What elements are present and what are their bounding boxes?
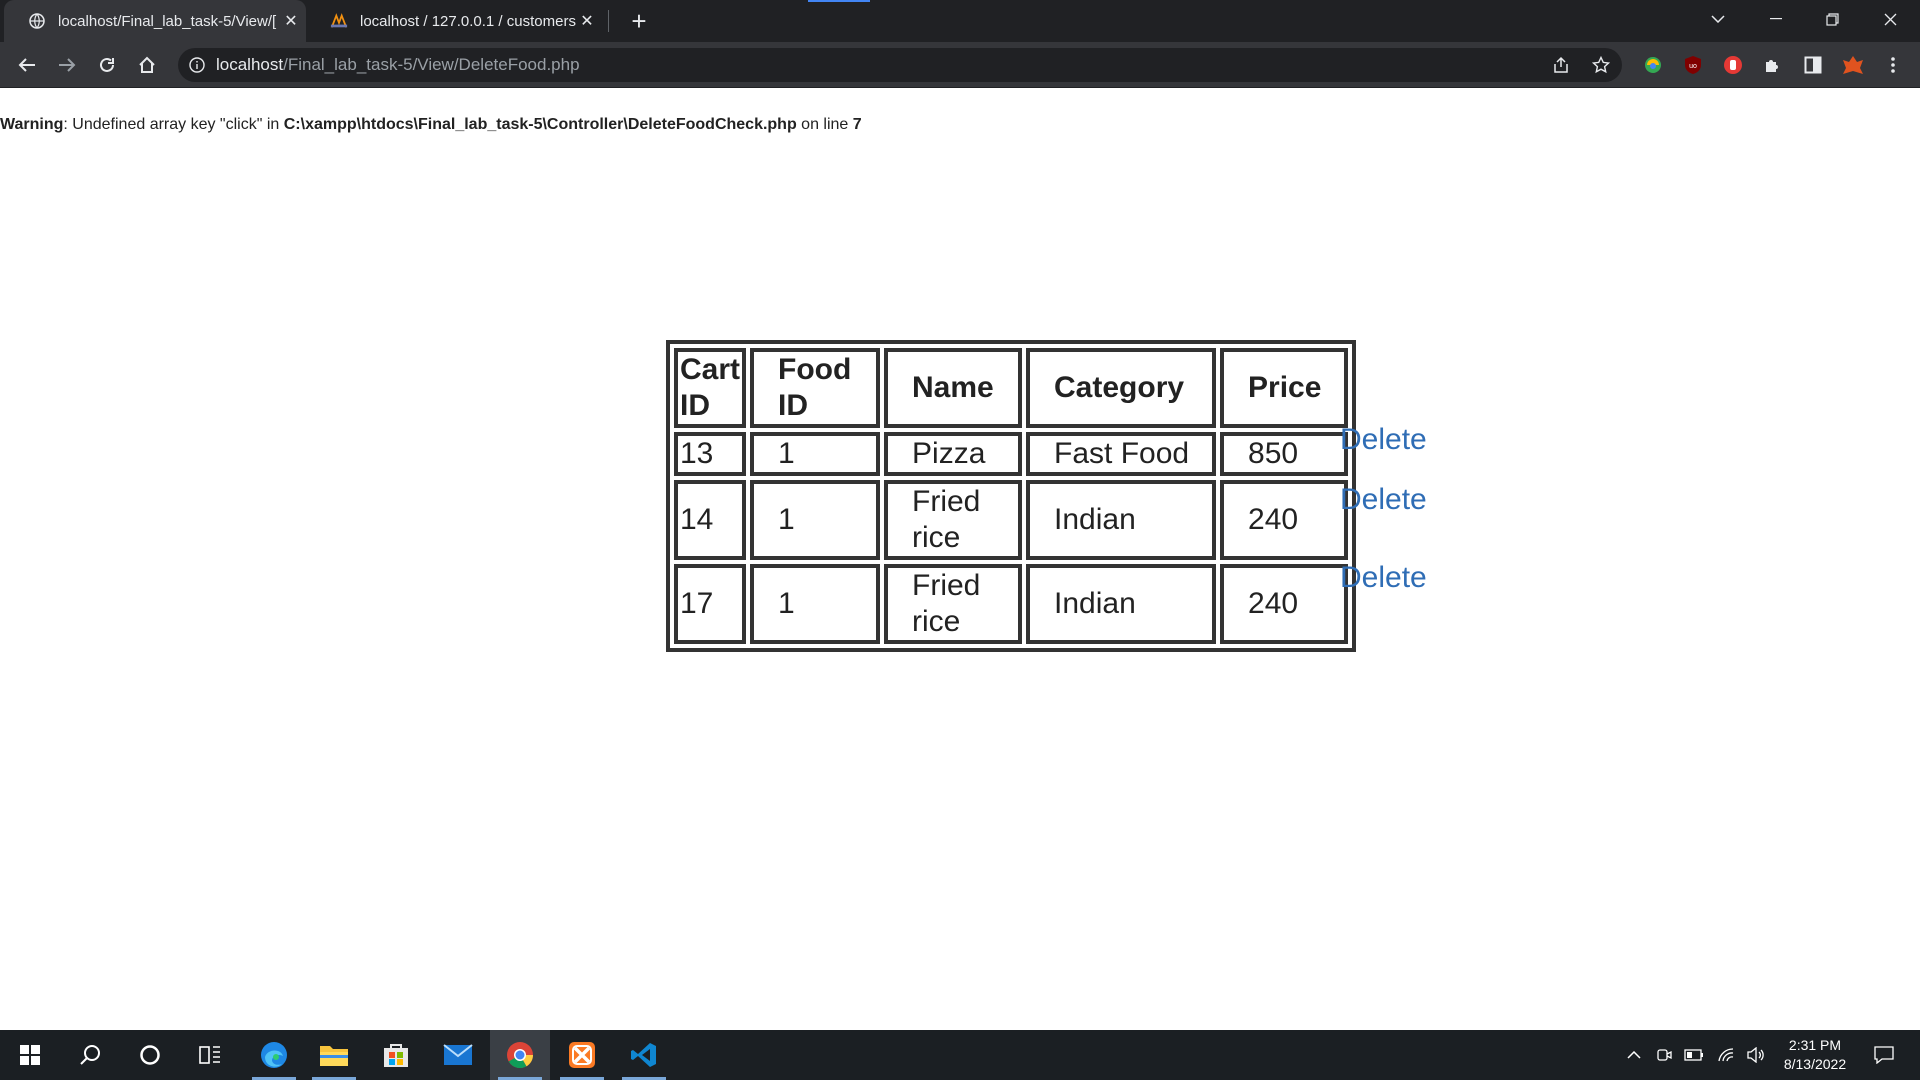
close-tab-icon[interactable]: ✕ [576, 10, 598, 32]
new-tab-button[interactable]: + [624, 6, 654, 36]
table-row: 14 1 Fried rice Indian 240 [674, 480, 1349, 560]
clock-time: 2:31 PM [1788, 1037, 1842, 1053]
cell-name: Pizza [884, 432, 1023, 476]
browser-toolbar: localhost/Final_lab_task-5/View/DeleteFo… [0, 42, 1920, 88]
table-row: 13 1 Pizza Fast Food 850 [674, 432, 1349, 476]
chevron-up-icon[interactable] [1620, 1030, 1648, 1080]
tab-title: localhost / 127.0.0.1 / customers [360, 12, 576, 30]
cell-price: 850 [1220, 432, 1349, 476]
system-clock[interactable]: 2:31 PM 8/13/2022 [1770, 1036, 1860, 1074]
close-window-button[interactable] [1862, 0, 1918, 38]
extensions-puzzle-icon[interactable] [1760, 52, 1786, 78]
side-panel-icon[interactable] [1800, 52, 1826, 78]
mail-icon[interactable] [428, 1030, 488, 1080]
phpmyadmin-icon [330, 12, 348, 30]
search-icon[interactable] [60, 1030, 120, 1080]
tab-search-icon[interactable] [1690, 0, 1746, 38]
edge-icon[interactable] [244, 1030, 304, 1080]
cell-name: Fried rice [884, 480, 1023, 560]
warning-label: Warning [0, 116, 64, 133]
forward-button[interactable] [52, 50, 82, 80]
table-header-row: Cart ID Food ID Name Category Price [674, 348, 1349, 428]
cell-cart-id: 13 [674, 432, 747, 476]
site-info-icon[interactable] [188, 56, 206, 74]
warning-message-2: on line [796, 116, 853, 133]
reload-button[interactable] [92, 50, 122, 80]
bookmark-star-icon[interactable] [1586, 50, 1616, 80]
chrome-taskbar-icon[interactable] [490, 1030, 550, 1080]
windows-taskbar: 2:31 PM 8/13/2022 [0, 1030, 1920, 1080]
php-warning: Warning: Undefined array key "click" in … [0, 116, 862, 134]
file-explorer-icon[interactable] [304, 1030, 364, 1080]
share-icon[interactable] [1546, 50, 1576, 80]
back-button[interactable] [12, 50, 42, 80]
delete-link[interactable]: Delete [1340, 561, 1427, 595]
tab-strip: localhost/Final_lab_task-5/View/[ ✕ loca… [0, 0, 1920, 42]
warning-file: C:\xampp\htdocs\Final_lab_task-5\Control… [283, 116, 797, 133]
xampp-icon[interactable] [552, 1030, 612, 1080]
header-cart-id: Cart ID [674, 348, 747, 428]
profile-avatar-icon[interactable] [1840, 52, 1866, 78]
tab-separator [608, 10, 609, 32]
restore-button[interactable] [1804, 0, 1860, 38]
cell-category: Fast Food [1026, 432, 1217, 476]
volume-icon[interactable] [1742, 1030, 1770, 1080]
cell-name: Fried rice [884, 564, 1023, 644]
cell-food-id: 1 [750, 432, 881, 476]
svg-text:uo: uo [1689, 63, 1697, 70]
warning-line: 7 [852, 116, 862, 133]
meet-now-icon[interactable] [1650, 1030, 1678, 1080]
cart-table: Cart ID Food ID Name Category Price 13 1 P… [666, 340, 1357, 652]
chrome-menu-icon[interactable] [1880, 52, 1906, 78]
close-tab-icon[interactable]: ✕ [280, 10, 302, 32]
task-view-icon[interactable] [180, 1030, 240, 1080]
url-text[interactable]: localhost/Final_lab_task-5/View/DeleteFo… [216, 55, 580, 75]
cell-price: 240 [1220, 480, 1349, 560]
ublock-origin-icon[interactable]: uo [1680, 52, 1706, 78]
address-bar[interactable]: localhost/Final_lab_task-5/View/DeleteFo… [178, 48, 1622, 82]
cell-food-id: 1 [750, 480, 881, 560]
table-row: 17 1 Fried rice Indian 240 [674, 564, 1349, 644]
colorful-extension-icon[interactable] [1640, 52, 1666, 78]
notification-center-icon[interactable] [1864, 1030, 1904, 1080]
tab-deletefood[interactable]: localhost/Final_lab_task-5/View/[ ✕ [4, 0, 306, 42]
home-button[interactable] [132, 50, 162, 80]
header-price: Price [1220, 348, 1349, 428]
vscode-icon[interactable] [614, 1030, 674, 1080]
microsoft-store-icon[interactable] [366, 1030, 426, 1080]
battery-icon[interactable] [1680, 1030, 1708, 1080]
globe-icon [28, 12, 46, 30]
warning-message: : Undefined array key "click" in [63, 116, 284, 133]
cell-price: 240 [1220, 564, 1349, 644]
wifi-icon[interactable] [1712, 1030, 1740, 1080]
tab-title: localhost/Final_lab_task-5/View/[ [58, 12, 277, 30]
header-category: Category [1026, 348, 1217, 428]
cell-cart-id: 14 [674, 480, 747, 560]
cortana-icon[interactable] [120, 1030, 180, 1080]
delete-link[interactable]: Delete [1340, 423, 1427, 457]
cell-category: Indian [1026, 480, 1217, 560]
tab-strip-accent [808, 0, 870, 2]
cell-category: Indian [1026, 564, 1217, 644]
clock-date: 8/13/2022 [1783, 1056, 1847, 1072]
header-name: Name [884, 348, 1023, 428]
start-button[interactable] [0, 1030, 60, 1080]
tab-phpmyadmin[interactable]: localhost / 127.0.0.1 / customers ✕ [306, 0, 606, 42]
cell-food-id: 1 [750, 564, 881, 644]
minimize-button[interactable] [1748, 0, 1804, 38]
delete-link[interactable]: Delete [1340, 483, 1427, 517]
cell-cart-id: 17 [674, 564, 747, 644]
block-hand-extension-icon[interactable] [1720, 52, 1746, 78]
header-food-id: Food ID [750, 348, 881, 428]
